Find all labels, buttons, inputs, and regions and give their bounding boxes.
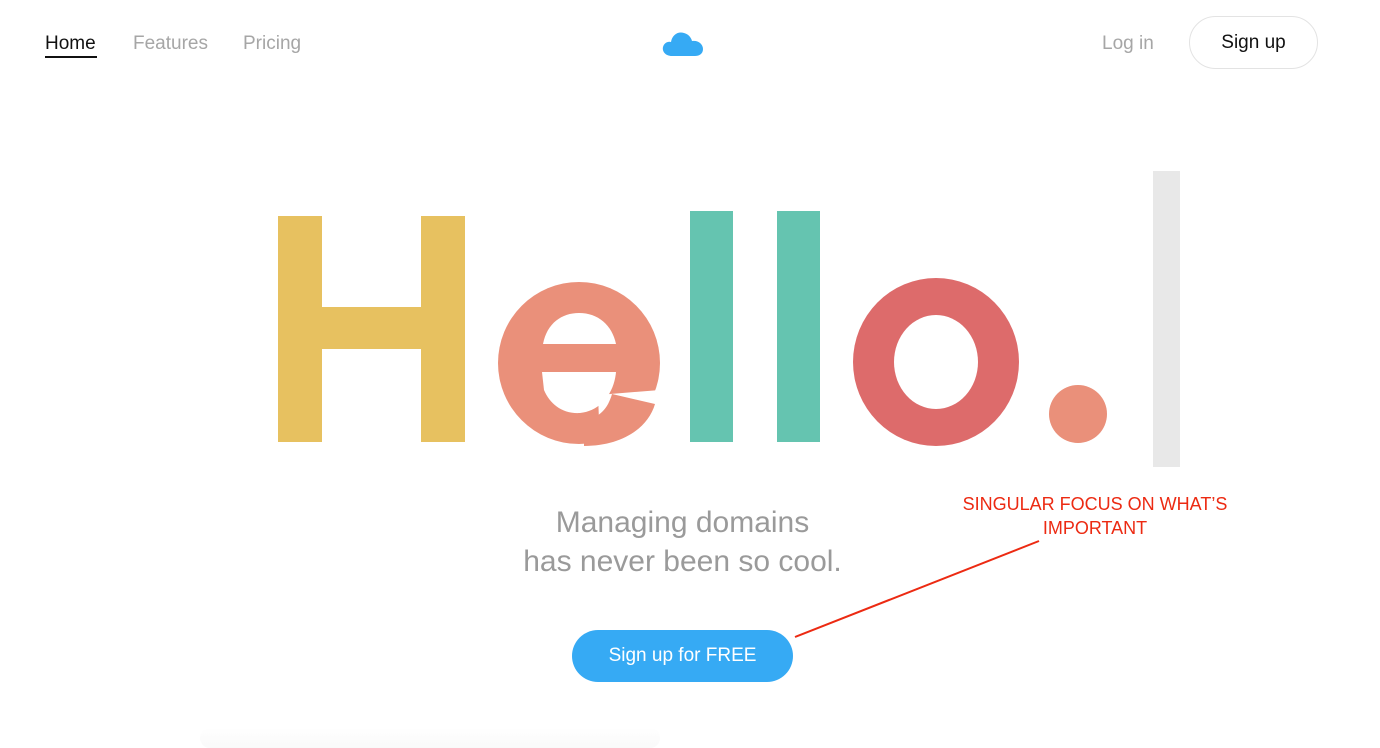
- headline-letter-o: [853, 278, 1019, 446]
- headline-letter-h: [278, 216, 465, 442]
- bottom-fade: [200, 728, 660, 748]
- headline-letter-l2: [777, 211, 820, 442]
- headline-period: [1049, 385, 1107, 443]
- annotation-label: SINGULAR FOCUS ON WHAT’S IMPORTANT: [935, 492, 1255, 540]
- annotation-line-2: IMPORTANT: [1042, 518, 1148, 538]
- tagline-line-2: has never been so cool.: [523, 545, 842, 578]
- tagline-line-1: Managing domains: [555, 506, 810, 539]
- headline-letter-e: [498, 282, 660, 446]
- hero-tagline: Managing domains has never been so cool.: [440, 503, 925, 581]
- signup-free-button[interactable]: Sign up for FREE: [572, 630, 793, 682]
- annotation-line-1: SINGULAR FOCUS ON WHAT’S: [962, 494, 1228, 514]
- headline-letter-l1: [690, 211, 733, 442]
- text-cursor: [1153, 171, 1180, 467]
